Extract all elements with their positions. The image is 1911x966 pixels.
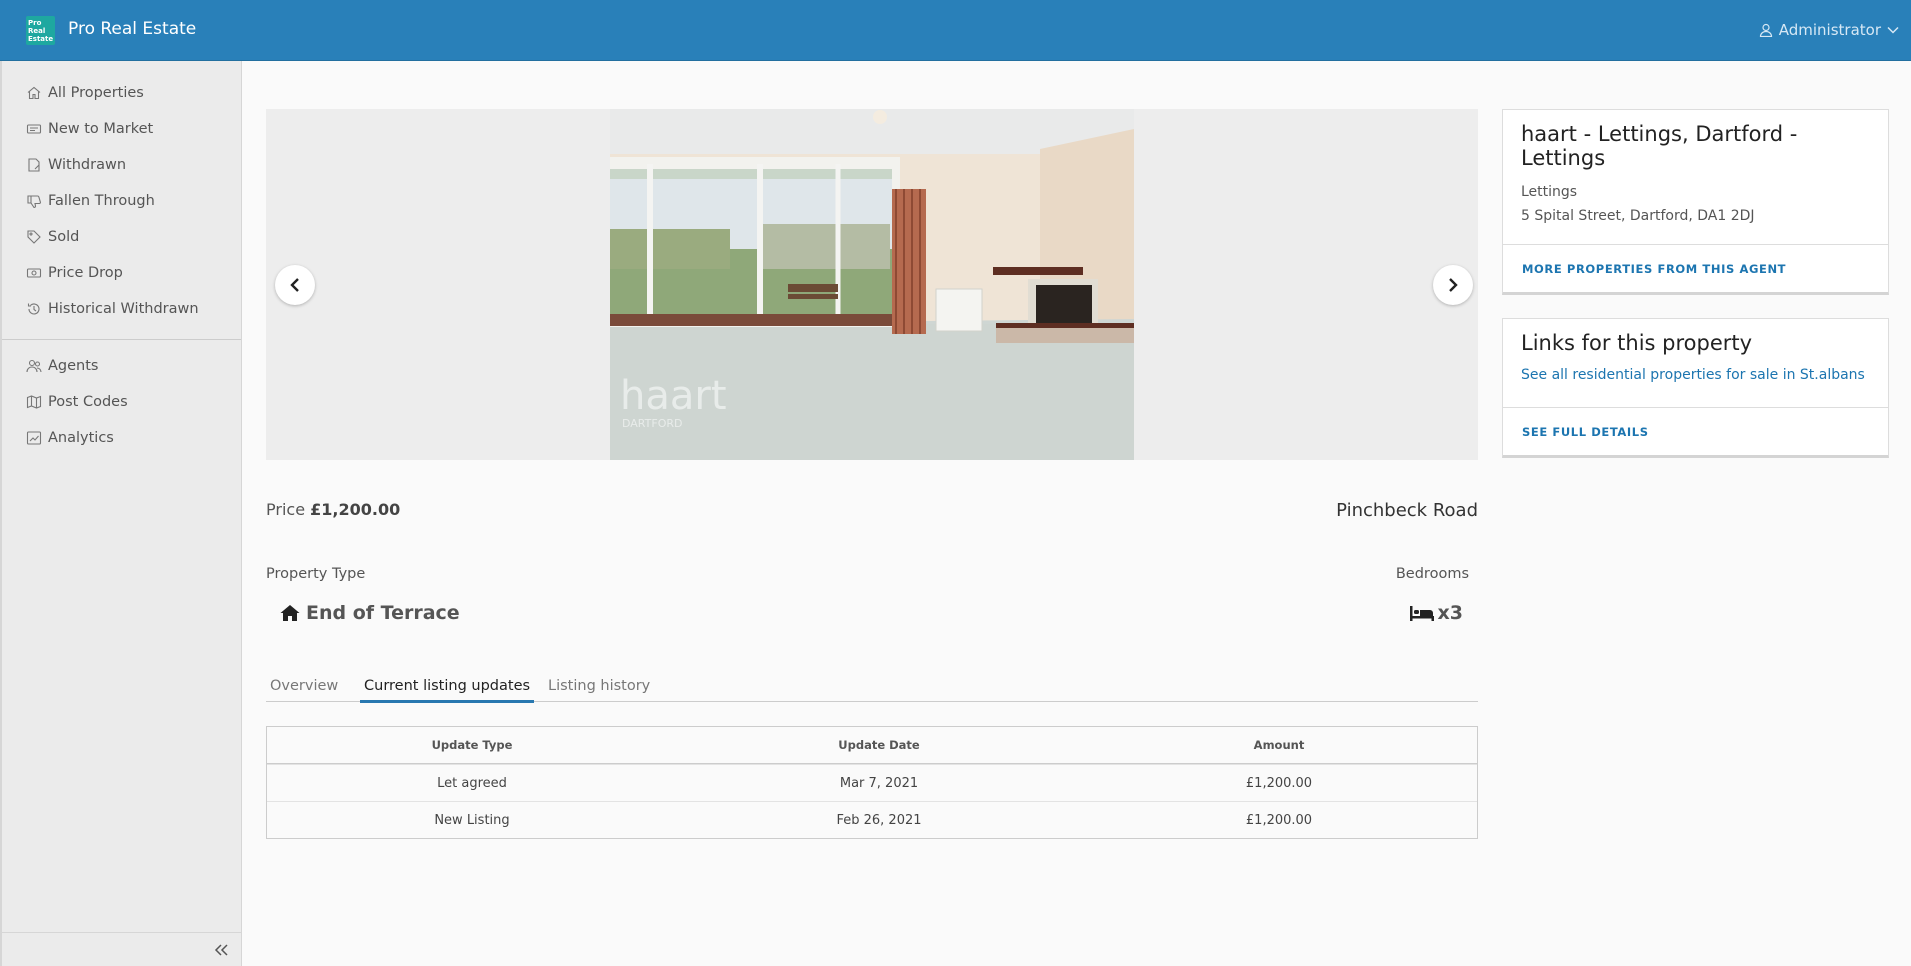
property-type-label: Property Type (266, 566, 366, 582)
update-date-cell: Mar 7, 2021 (839, 775, 919, 791)
sidebar-item-withdrawn[interactable]: Withdrawn (2, 147, 241, 183)
user-name: Administrator (1778, 21, 1881, 39)
history-icon (27, 303, 40, 315)
tag-icon (27, 230, 41, 244)
listing-tabs: Overview Current listing updates Listing… (266, 672, 1478, 703)
card-icon (26, 124, 42, 134)
sidebar-item-label: Post Codes (48, 394, 128, 410)
column-header[interactable]: Update Date (677, 738, 1081, 752)
sidebar-item-agents[interactable]: Agents (2, 348, 241, 384)
sidebar-item-label: Historical Withdrawn (48, 301, 199, 317)
update-type-cell: Let agreed (437, 775, 507, 791)
table-header-row: Update Type Update Date Amount (267, 727, 1477, 764)
logo-line-1: Pro (28, 19, 42, 27)
sidebar-item-label: Sold (48, 229, 80, 245)
sidebar-item-new-to-market[interactable]: New to Market (2, 111, 241, 147)
room-image: haart DARTFORD (610, 109, 1134, 460)
amount-cell: £1,200.00 (1245, 812, 1313, 828)
app-header: Pro Real Estate Pro Real Estate Administ… (0, 0, 1911, 61)
sidebar-item-price-drop[interactable]: Price Drop (2, 255, 241, 291)
price-value: £1,200.00 (310, 500, 401, 519)
agent-card: haart - Lettings, Dartford - Lettings Le… (1502, 109, 1889, 295)
sidebar-item-fallen-through[interactable]: Fallen Through (2, 183, 241, 219)
update-date-cell: Feb 26, 2021 (836, 812, 922, 828)
user-icon (1759, 23, 1772, 37)
residential-properties-link[interactable]: See all residential properties for sale … (1503, 355, 1888, 383)
banknote-icon (26, 268, 42, 278)
sidebar-item-label: Agents (48, 358, 99, 374)
sidebar-item-historical-withdrawn[interactable]: Historical Withdrawn (2, 291, 241, 327)
property-address: Pinchbeck Road (1336, 500, 1478, 521)
map-icon (26, 395, 42, 409)
sidebar-footer (2, 932, 241, 966)
table-row: Let agreed Mar 7, 2021 £1,200.00 (267, 764, 1477, 801)
collapse-sidebar-icon[interactable] (211, 941, 231, 959)
app-title: Pro Real Estate (68, 19, 197, 39)
property-photo[interactable]: haart DARTFORD (610, 109, 1134, 460)
chevron-down-icon (1887, 26, 1899, 34)
sidebar: All Properties New to Market Withdrawn F… (0, 61, 242, 966)
more-properties-link[interactable]: MORE PROPERTIES FROM THIS AGENT (1503, 244, 1888, 292)
tab-listing-history[interactable]: Listing history (544, 678, 654, 700)
sidebar-item-label: Fallen Through (48, 193, 155, 209)
bed-icon (1409, 606, 1434, 621)
sidebar-item-label: Analytics (48, 430, 114, 446)
sidebar-item-sold[interactable]: Sold (2, 219, 241, 255)
listing-updates-table: Update Type Update Date Amount Let agree… (266, 726, 1478, 839)
tab-overview[interactable]: Overview (266, 678, 342, 700)
chevron-right-icon (1449, 278, 1458, 292)
bedrooms-label: Bedrooms (1395, 566, 1469, 582)
photo-carousel: haart DARTFORD (266, 109, 1478, 460)
property-links-card: Links for this property See all resident… (1502, 318, 1889, 458)
agent-name: haart - Lettings, Dartford - Lettings (1521, 122, 1798, 170)
photo-watermark: haart (620, 373, 727, 419)
agent-address: 5 Spital Street, Dartford, DA1 2DJ (1521, 208, 1755, 224)
links-card-title: Links for this property (1521, 331, 1753, 355)
sidebar-item-label: All Properties (48, 85, 144, 101)
chart-icon (26, 431, 42, 445)
thumbs-down-icon (27, 195, 41, 209)
property-type-value: End of Terrace (280, 602, 460, 624)
app-logo[interactable]: Pro Real Estate (26, 16, 55, 45)
bedrooms-value: x3 (1409, 602, 1463, 624)
sidebar-item-label: New to Market (48, 121, 154, 137)
table-row: New Listing Feb 26, 2021 £1,200.00 (267, 801, 1477, 838)
see-full-details-link[interactable]: SEE FULL DETAILS (1503, 407, 1888, 455)
home-icon (27, 86, 41, 100)
amount-cell: £1,200.00 (1245, 775, 1313, 791)
users-icon (26, 359, 42, 373)
chevron-left-icon (290, 278, 299, 292)
sidebar-item-all-properties[interactable]: All Properties (2, 75, 241, 111)
logo-line-3: Estate (28, 35, 54, 43)
sidebar-secondary-nav: Agents Post Codes Analytics (2, 348, 241, 456)
sidebar-item-label: Withdrawn (48, 157, 127, 173)
sidebar-item-label: Price Drop (48, 265, 123, 281)
user-menu[interactable]: Administrator (1759, 21, 1899, 39)
sidebar-primary-nav: All Properties New to Market Withdrawn F… (2, 61, 241, 327)
carousel-next-button[interactable] (1433, 265, 1473, 305)
price-label: Price (266, 500, 306, 519)
house-icon (280, 605, 300, 621)
document-icon (28, 158, 40, 172)
bedrooms-count: x3 (1437, 602, 1463, 624)
update-type-cell: New Listing (434, 812, 510, 828)
agent-category: Lettings (1521, 184, 1578, 200)
column-header[interactable]: Amount (1081, 738, 1477, 752)
property-type-text: End of Terrace (306, 602, 460, 624)
sidebar-item-analytics[interactable]: Analytics (2, 420, 241, 456)
tab-current-listing-updates[interactable]: Current listing updates (360, 678, 535, 703)
sidebar-item-post-codes[interactable]: Post Codes (2, 384, 241, 420)
logo-line-2: Real (28, 27, 46, 35)
carousel-prev-button[interactable] (275, 265, 315, 305)
column-header[interactable]: Update Type (267, 738, 677, 752)
price: Price £1,200.00 (266, 500, 400, 519)
sidebar-divider (2, 339, 241, 340)
photo-watermark-sub: DARTFORD (622, 417, 682, 430)
